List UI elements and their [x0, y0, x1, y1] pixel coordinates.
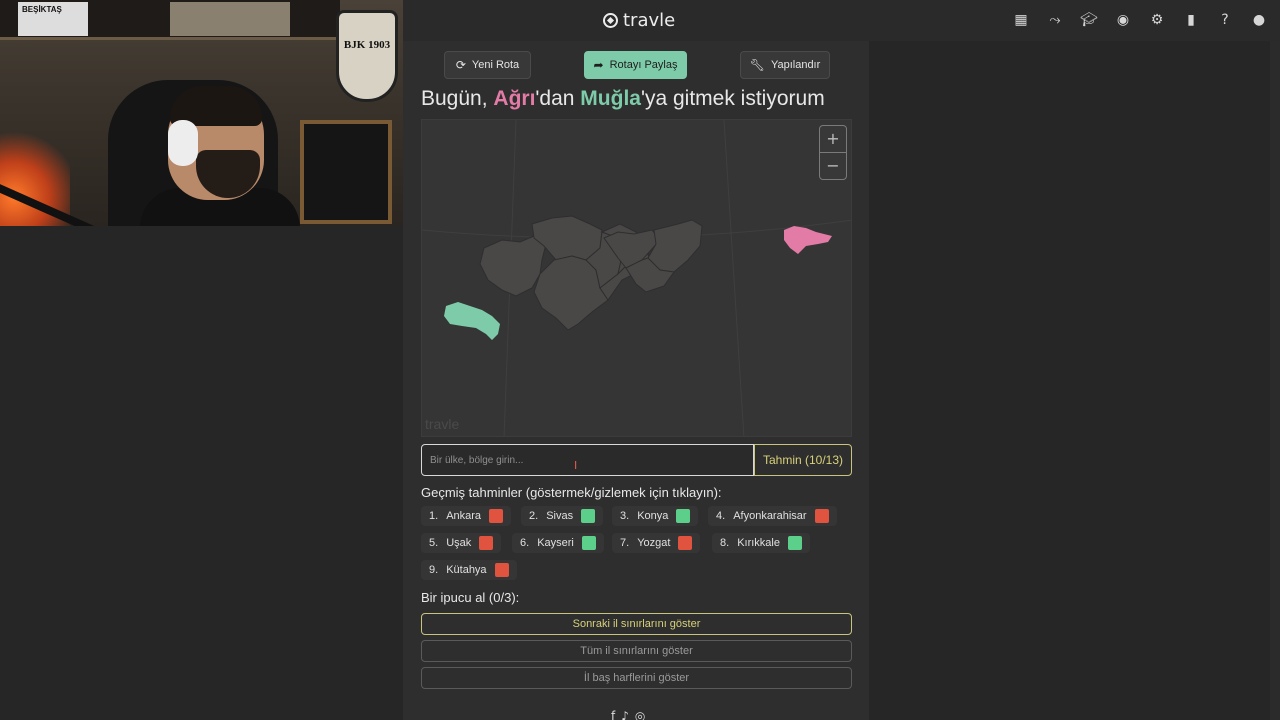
- hints-title: Bir ipucu al (0/3):: [421, 590, 520, 605]
- page-title: Bugün, Ağrı'dan Muğla'ya gitmek istiyoru…: [421, 87, 825, 110]
- history-title[interactable]: Geçmiş tahminler (göstermek/gizlemek içi…: [421, 485, 722, 500]
- refresh-icon: ⟳: [455, 58, 466, 72]
- brand[interactable]: travle: [603, 10, 675, 31]
- guess-chip[interactable]: 5. Uşak: [421, 533, 502, 553]
- crest: BJK 1903: [336, 10, 398, 102]
- headphones: [168, 120, 198, 166]
- origin-city: Ağrı: [493, 87, 536, 110]
- guess-chip[interactable]: 7. Yozgat: [612, 533, 701, 553]
- social-links: f ♪ ◎: [611, 709, 645, 720]
- top-icons: ▦ ⤳ 🎓︎ ◉ ⚙ ▮ ? ●: [1012, 11, 1268, 29]
- status-square: [489, 509, 504, 523]
- guess-chip[interactable]: 2. Sivas: [521, 506, 604, 526]
- map-svg: [422, 120, 851, 436]
- status-square: [676, 509, 691, 523]
- graticule-line: [723, 120, 745, 436]
- help-icon[interactable]: ?: [1216, 11, 1234, 29]
- destination-city: Muğla: [580, 87, 641, 110]
- map-canvas[interactable]: + − travle: [421, 119, 852, 437]
- guess-chip[interactable]: 3. Konya: [612, 506, 699, 526]
- instagram-icon[interactable]: ◎: [635, 709, 645, 720]
- user-icon[interactable]: ●: [1250, 11, 1268, 29]
- status-square: [581, 509, 596, 523]
- gear-icon[interactable]: ⚙: [1148, 11, 1166, 29]
- top-bar: travle ▦ ⤳ 🎓︎ ◉ ⚙ ▮ ? ●: [403, 0, 1280, 41]
- guess-input[interactable]: [421, 444, 754, 476]
- compass-icon: [603, 13, 618, 28]
- wrench-icon: 🔧︎: [749, 58, 765, 72]
- status-square: [479, 536, 494, 550]
- guess-history: 1. Ankara 2. Sivas 3. Konya 4. Afyonkarahisa…: [421, 506, 861, 586]
- poster: BEŞİKTAŞ: [18, 2, 88, 36]
- origin-province[interactable]: [784, 226, 832, 254]
- guess-chip[interactable]: 1. Ankara: [421, 506, 512, 526]
- status-square: [814, 509, 829, 523]
- destination-province[interactable]: [444, 302, 500, 340]
- route-icon[interactable]: ⤳: [1046, 11, 1064, 29]
- guess-chip[interactable]: 8. Kırıkkale: [712, 533, 810, 553]
- chalkboard: [300, 120, 392, 224]
- configure-button[interactable]: 🔧︎ Yapılandır: [740, 51, 830, 79]
- photo-frame: [170, 2, 290, 36]
- initials-hint-button[interactable]: İl baş harflerini göster: [421, 667, 852, 689]
- zoom-in-button[interactable]: +: [820, 126, 846, 153]
- all-borders-hint-button[interactable]: Tüm il sınırlarını göster: [421, 640, 852, 662]
- share-route-button[interactable]: ➦ Rotayı Paylaş: [584, 51, 687, 79]
- action-buttons: ⟳ Yeni Rota ➦ Rotayı Paylaş 🔧︎ Yapılandı…: [444, 51, 830, 79]
- status-square: [787, 536, 802, 550]
- status-square: [678, 536, 693, 550]
- province-shape[interactable]: [647, 219, 703, 273]
- guess-chip[interactable]: 9. Kütahya: [421, 560, 517, 580]
- webcam-overlay: BEŞİKTAŞ BJK 1903: [0, 0, 403, 226]
- gamepad-icon[interactable]: ◉: [1114, 11, 1132, 29]
- facebook-icon[interactable]: f: [611, 709, 615, 720]
- zoom-control: + −: [819, 125, 847, 180]
- game-panel: ⟳ Yeni Rota ➦ Rotayı Paylaş 🔧︎ Yapılandı…: [403, 41, 869, 720]
- zoom-out-button[interactable]: −: [820, 153, 846, 180]
- new-route-button[interactable]: ⟳ Yeni Rota: [444, 51, 531, 79]
- tiktok-icon[interactable]: ♪: [621, 709, 629, 720]
- status-square: [494, 563, 509, 577]
- map-watermark: travle: [425, 416, 460, 432]
- share-icon: ➦: [593, 58, 604, 72]
- next-borders-hint-button[interactable]: Sonraki il sınırlarını göster: [421, 613, 852, 635]
- guess-button[interactable]: Tahmin (10/13): [754, 444, 852, 476]
- calendar-icon[interactable]: ▦: [1012, 11, 1030, 29]
- graduation-cap-icon[interactable]: 🎓︎: [1080, 11, 1098, 29]
- guess-chip[interactable]: 6. Kayseri: [512, 533, 604, 553]
- scrollbar[interactable]: [1270, 41, 1280, 720]
- guess-chip[interactable]: 4. Afyonkarahisar: [708, 506, 837, 526]
- brand-name: travle: [623, 10, 676, 31]
- status-square: [581, 536, 596, 550]
- text-cursor-icon: I: [574, 459, 578, 472]
- guess-form: I Tahmin (10/13): [421, 444, 852, 476]
- bar-chart-icon[interactable]: ▮: [1182, 11, 1200, 29]
